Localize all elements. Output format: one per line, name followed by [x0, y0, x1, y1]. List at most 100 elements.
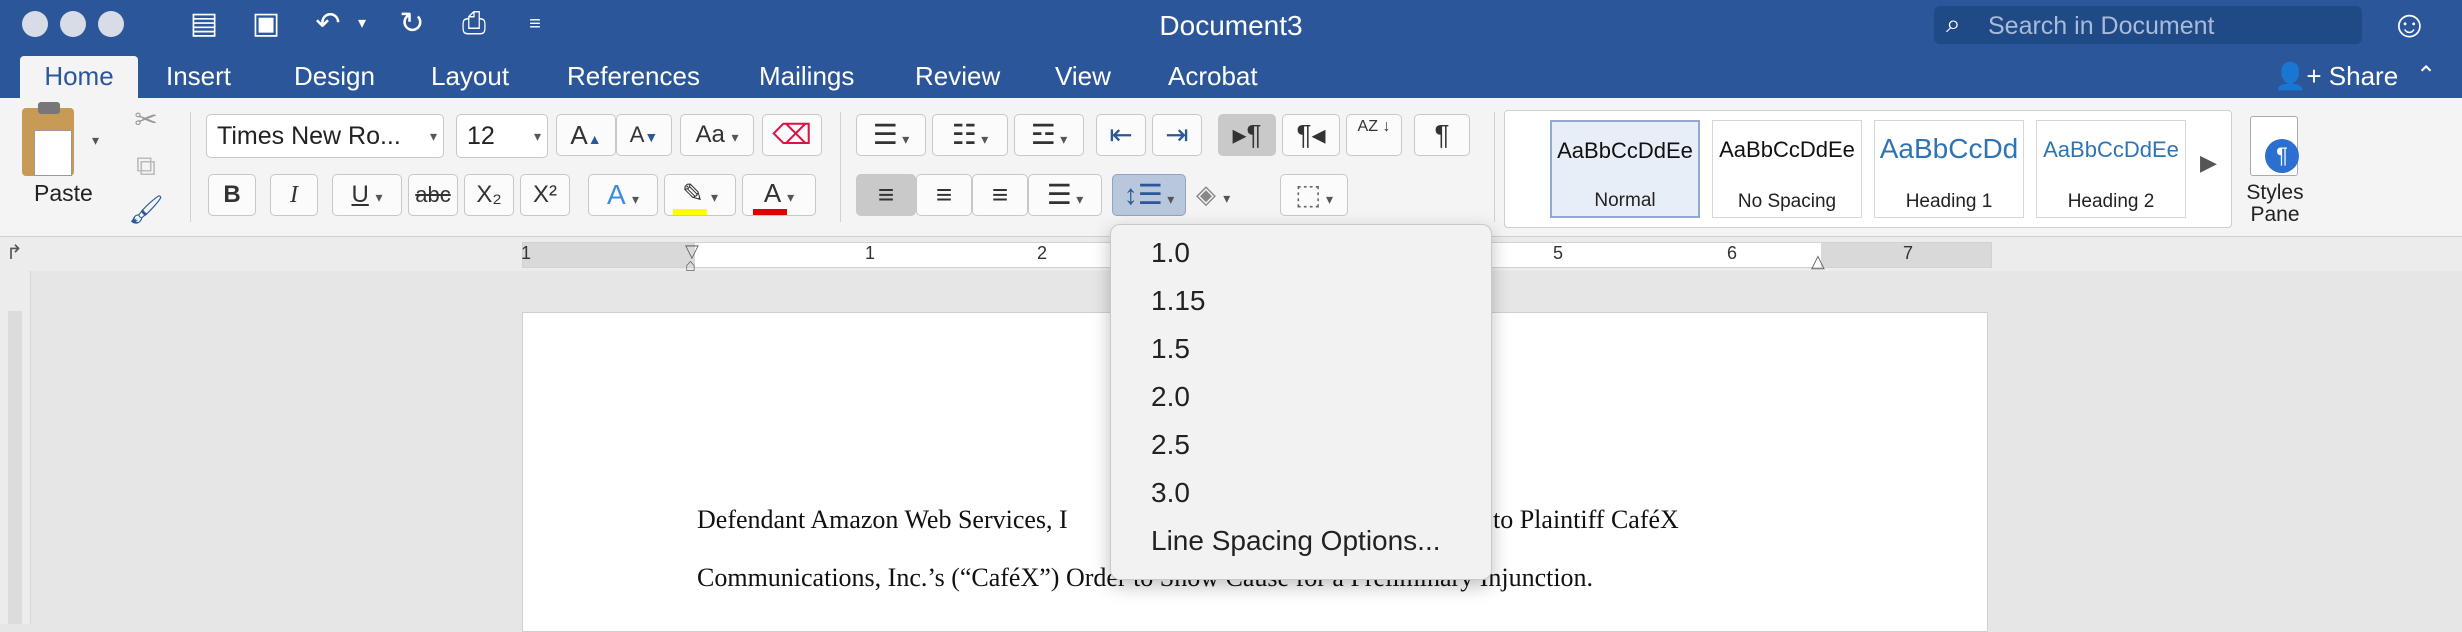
document-line-1-left: Defendant Amazon Web Services, I [697, 505, 1068, 534]
tab-layout[interactable]: Layout [431, 56, 509, 98]
paste-clipboard-icon[interactable] [22, 102, 74, 176]
increase-indent-icon: ⇥ [1165, 119, 1189, 150]
share-label: Share [2328, 61, 2399, 91]
subscript-button[interactable]: X₂ [464, 174, 514, 216]
paste-label[interactable]: Paste [34, 180, 93, 207]
tab-mailings[interactable]: Mailings [759, 56, 854, 98]
line-spacing-2-5[interactable]: 2.5 [1151, 429, 1190, 461]
line-spacing-options[interactable]: Line Spacing Options... [1151, 525, 1441, 557]
sort-button[interactable]: AZ ↓ [1346, 114, 1402, 156]
line-spacing-1-15[interactable]: 1.15 [1151, 285, 1206, 317]
styles-pane-icon[interactable]: ¶ [2250, 116, 2299, 176]
tab-home[interactable]: Home [20, 56, 138, 100]
title-bar: ▤ ▣ ↶ ▾ ↻ ⎙ ≡ Document3 ⌕ Search in Docu… [0, 0, 2462, 56]
ruler-number: 1 [865, 243, 876, 263]
change-case-button[interactable]: Aa ▾ [680, 114, 754, 156]
line-spacing-button[interactable]: ↕☰ ▾ [1112, 174, 1186, 216]
styles-pane-label-2: Pane [2250, 203, 2300, 226]
search-icon: ⌕ [1946, 8, 1961, 38]
justify-button[interactable]: ☰ ▾ [1028, 174, 1102, 216]
ltr-paragraph-button[interactable]: ▸¶ [1218, 114, 1276, 156]
superscript-button[interactable]: X² [520, 174, 570, 216]
style-heading-2[interactable]: AaBbCcDdEe Heading 2 [2036, 120, 2186, 218]
align-center-icon: ≡ [935, 179, 953, 210]
italic-button[interactable]: I [270, 174, 318, 216]
styles-scroll-arrow-icon[interactable]: ▶ [2200, 150, 2217, 176]
clear-formatting-button[interactable]: ⌫ [762, 114, 822, 156]
styles-pane-button[interactable]: Styles Pane [2238, 182, 2312, 226]
left-indent-marker-icon[interactable]: ⌂ [685, 255, 696, 276]
borders-button[interactable]: ⬚ ▾ [1280, 174, 1348, 216]
tab-insert[interactable]: Insert [166, 56, 231, 98]
tab-acrobat[interactable]: Acrobat [1168, 56, 1258, 98]
search-input[interactable]: Search in Document [1988, 12, 2215, 41]
feedback-smiley-icon[interactable]: ☺ [2390, 4, 2429, 47]
font-name-select[interactable]: Times New Ro... ▾ [206, 114, 444, 158]
grow-font-icon: A [570, 120, 588, 150]
right-indent-marker-icon[interactable]: △ [1811, 251, 1825, 272]
underline-icon: U [351, 181, 369, 208]
align-right-button[interactable]: ≡ [972, 174, 1028, 216]
ruler-number: 2 [1037, 243, 1048, 263]
rtl-paragraph-button[interactable]: ¶◂ [1282, 114, 1340, 156]
change-case-icon: Aa [695, 121, 725, 148]
numbering-icon: ☷ [951, 119, 977, 150]
text-effects-button[interactable]: A ▾ [588, 174, 658, 216]
font-size-dropdown-icon: ▾ [533, 128, 541, 144]
underline-button[interactable]: U ▾ [332, 174, 402, 216]
style-normal[interactable]: AaBbCcDdEe Normal [1550, 120, 1700, 218]
shrink-font-button[interactable]: A▼ [616, 114, 672, 156]
group-separator [190, 112, 191, 222]
paint-bucket-icon: ◈ [1196, 179, 1216, 209]
tab-stop-selector-icon[interactable]: ↱ [6, 240, 23, 265]
highlight-button[interactable]: ✎ ▾ [664, 174, 736, 216]
style-no-spacing[interactable]: AaBbCcDdEe No Spacing [1712, 120, 1862, 218]
align-left-icon: ≡ [877, 179, 895, 210]
font-size-select[interactable]: 12 ▾ [456, 114, 548, 158]
font-name-dropdown-icon: ▾ [429, 128, 437, 144]
show-formatting-marks-button[interactable]: ¶ [1414, 114, 1470, 156]
font-color-button[interactable]: A ▾ [742, 174, 816, 216]
style-no-spacing-label: No Spacing [1737, 191, 1837, 212]
line-spacing-icon: ↕☰ [1123, 179, 1163, 210]
numbering-button[interactable]: ☷ ▾ [932, 114, 1008, 156]
ruler-number: 1 [521, 243, 532, 263]
format-painter-icon[interactable]: 🖌 [126, 190, 166, 230]
vertical-ruler[interactable] [0, 271, 31, 624]
increase-indent-button[interactable]: ⇥ [1152, 114, 1202, 156]
tab-design[interactable]: Design [294, 56, 375, 98]
align-center-button[interactable]: ≡ [916, 174, 972, 216]
line-spacing-2-0[interactable]: 2.0 [1151, 381, 1190, 413]
share-button[interactable]: 👤+ Share [2274, 56, 2398, 96]
document-line-1-right: to Plaintiff CaféX [1493, 505, 1679, 534]
paste-dropdown-icon[interactable]: ▾ [92, 120, 99, 160]
font-color-icon: A [763, 178, 780, 208]
strikethrough-button[interactable]: abc [408, 174, 458, 216]
collapse-ribbon-icon[interactable]: ⌃ [2416, 56, 2436, 96]
line-spacing-3-0[interactable]: 3.0 [1151, 477, 1190, 509]
align-left-button[interactable]: ≡ [856, 174, 916, 216]
bullets-icon: ☰ [872, 119, 898, 150]
shading-button[interactable]: ◈ ▾ [1196, 174, 1270, 216]
line-spacing-menu: 1.0 1.15 1.5 2.0 2.5 3.0 Line Spacing Op… [1110, 224, 1492, 580]
bold-button[interactable]: B [208, 174, 256, 216]
style-heading-2-label: Heading 2 [2067, 191, 2155, 212]
style-heading-1-sample: AaBbCcDd [1879, 133, 2019, 164]
multilevel-list-button[interactable]: ☲ ▾ [1014, 114, 1084, 156]
ruler-left-margin [523, 243, 695, 267]
bullets-button[interactable]: ☰ ▾ [856, 114, 926, 156]
ruler-number: 5 [1553, 243, 1564, 263]
style-heading-1[interactable]: AaBbCcDd Heading 1 [1874, 120, 2024, 218]
shrink-font-icon: A [629, 122, 645, 147]
copy-icon[interactable]: ⧉ [126, 146, 166, 186]
line-spacing-1-0[interactable]: 1.0 [1151, 237, 1190, 269]
grow-font-button[interactable]: A▲ [556, 114, 616, 156]
line-spacing-1-5[interactable]: 1.5 [1151, 333, 1190, 365]
tab-references[interactable]: References [567, 56, 700, 98]
decrease-indent-button[interactable]: ⇤ [1096, 114, 1146, 156]
style-heading-1-label: Heading 1 [1905, 191, 1993, 212]
tab-view[interactable]: View [1055, 56, 1111, 98]
search-box[interactable]: ⌕ Search in Document [1934, 6, 2362, 44]
tab-review[interactable]: Review [915, 56, 1000, 98]
cut-icon[interactable]: ✂ [126, 100, 166, 140]
